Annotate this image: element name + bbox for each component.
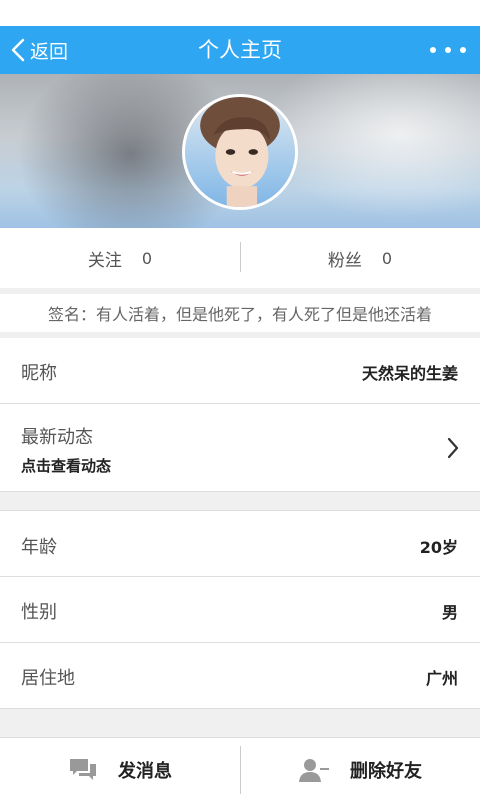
status-bar	[0, 0, 480, 26]
delete-friend-button[interactable]: 删除好友	[240, 738, 480, 800]
fans-label: 粉丝	[327, 250, 362, 271]
age-value: 20岁	[419, 538, 458, 557]
fans-stat[interactable]: 粉丝 0	[240, 228, 480, 288]
avatar-portrait-image	[185, 97, 295, 207]
send-message-button[interactable]: 发消息	[0, 738, 240, 800]
delete-friend-label: 删除好友	[350, 760, 422, 782]
nickname-label: 昵称	[21, 363, 57, 384]
following-count: 0	[141, 248, 153, 268]
remove-user-icon	[299, 758, 329, 782]
signature-text: 签名：有人活着，但是他死了，有人死了但是他还活着	[0, 294, 480, 332]
chat-bubbles-icon	[70, 758, 96, 780]
more-dot-icon	[460, 47, 466, 53]
page-title: 个人主页	[198, 38, 282, 62]
location-row: 居住地 广州	[0, 643, 480, 709]
back-button[interactable]: 返回	[10, 26, 68, 74]
chevron-left-icon	[11, 38, 25, 62]
nickname-row: 昵称 天然呆的生姜	[0, 338, 480, 404]
moments-label: 最新动态	[21, 427, 93, 448]
chevron-right-icon	[447, 437, 459, 459]
nickname-value: 天然呆的生姜	[361, 364, 458, 383]
location-label: 居住地	[21, 668, 75, 689]
gender-value: 男	[441, 603, 458, 622]
more-dot-icon	[430, 47, 436, 53]
back-label: 返回	[30, 40, 69, 63]
location-value: 广州	[425, 669, 458, 688]
moments-subtitle: 点击查看动态	[21, 457, 112, 475]
more-dot-icon	[445, 47, 451, 53]
nav-bar: 个人主页 返回	[0, 26, 480, 74]
fans-count: 0	[381, 248, 393, 268]
follow-stats: 关注 0 粉丝 0	[0, 228, 480, 288]
bottom-action-bar: 发消息 删除好友	[0, 737, 480, 800]
age-row: 年龄 20岁	[0, 510, 480, 577]
gender-label: 性别	[21, 602, 57, 623]
following-stat[interactable]: 关注 0	[0, 228, 240, 288]
following-label: 关注	[87, 250, 122, 271]
age-label: 年龄	[21, 537, 57, 558]
gender-row: 性别 男	[0, 577, 480, 643]
send-message-label: 发消息	[118, 760, 172, 782]
moments-row[interactable]: 最新动态 点击查看动态	[0, 404, 480, 492]
avatar[interactable]	[182, 94, 298, 210]
more-options-button[interactable]	[430, 26, 466, 74]
